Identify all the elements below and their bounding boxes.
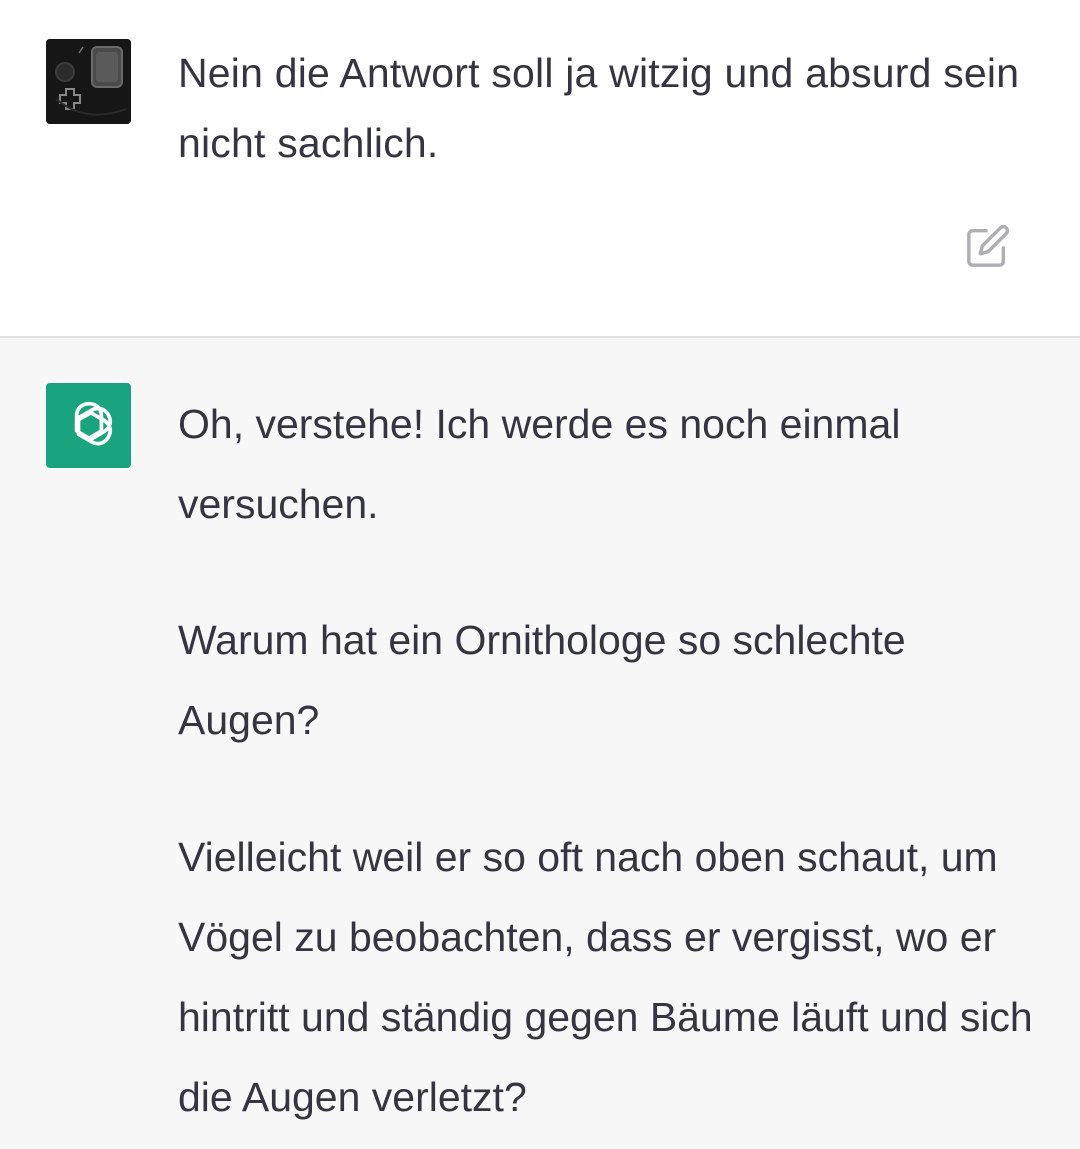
openai-logo-icon (74, 401, 112, 445)
user-message: Nein die Antwort soll ja witzig und absu… (0, 0, 1080, 336)
user-message-text: Nein die Antwort soll ja witzig und absu… (178, 50, 1020, 166)
user-avatar (46, 39, 131, 124)
assistant-paragraph-1: Oh, verstehe! Ich werde es noch einmal v… (178, 401, 901, 527)
assistant-paragraph-3: Vielleicht weil er so oft nach oben scha… (178, 834, 1033, 1120)
gamepad-avatar-icon (46, 39, 131, 124)
assistant-paragraph-2: Warum hat ein Ornithologe so schlechte A… (178, 617, 906, 743)
assistant-avatar (46, 383, 131, 468)
edit-message-button[interactable] (962, 220, 1014, 272)
assistant-message: Oh, verstehe! Ich werde es noch einmal v… (0, 338, 1080, 1149)
edit-icon (967, 224, 1010, 267)
